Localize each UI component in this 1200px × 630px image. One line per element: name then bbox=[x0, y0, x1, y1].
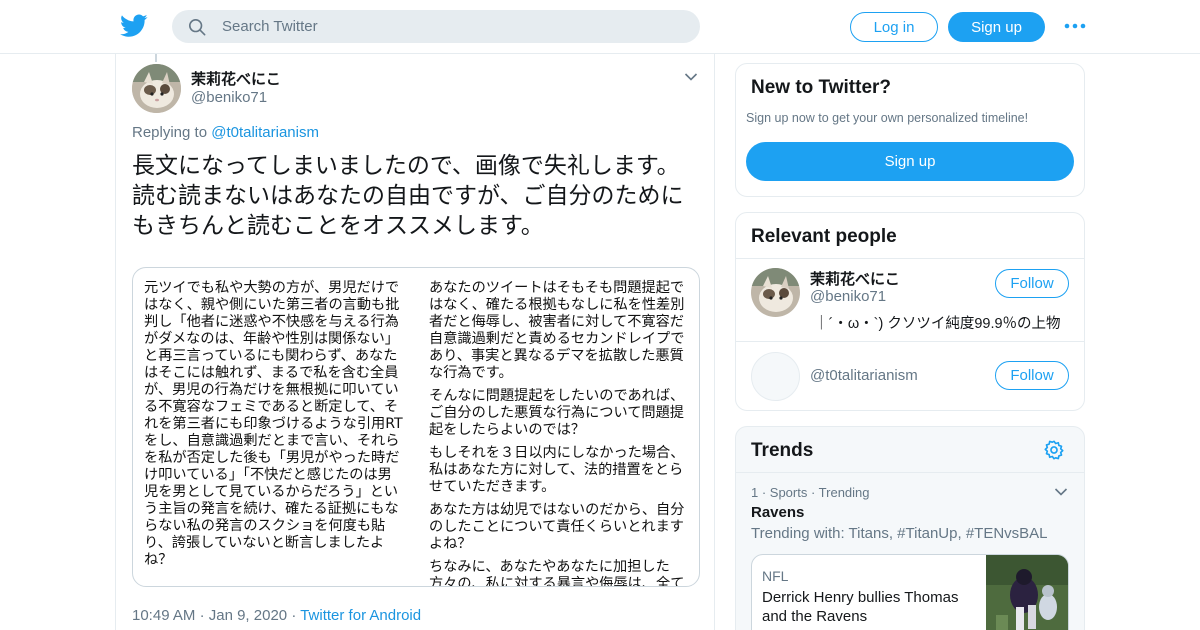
tweet-metadata: 10:49 AM · Jan 9, 2020 · Twitter for And… bbox=[132, 607, 421, 624]
sidebar-sign-up-button[interactable]: Sign up bbox=[746, 142, 1074, 181]
new-to-twitter-card: New to Twitter? Sign up now to get your … bbox=[735, 63, 1085, 197]
follow-button[interactable]: Follow bbox=[995, 361, 1069, 390]
person-bio: ｜´・ω・`) クソツイ純度99.9％の上物 bbox=[814, 316, 1061, 332]
person-handle[interactable]: @beniko71 bbox=[810, 288, 886, 305]
trend-news-card[interactable]: NFL Derrick Henry bullies Thomas and the… bbox=[751, 554, 1069, 630]
author-avatar[interactable] bbox=[132, 64, 181, 113]
chevron-down-icon[interactable] bbox=[1054, 487, 1068, 497]
sign-up-button[interactable]: Sign up bbox=[948, 12, 1045, 42]
image-text-paragraph: あなたのツイートはそもそも問題提起ではなく、確たる根拠もなしに私を性差別者だと侮… bbox=[429, 280, 685, 381]
person-name[interactable]: 茉莉花べにこ bbox=[810, 268, 900, 289]
trends-title: Trends bbox=[751, 440, 814, 461]
divider bbox=[736, 258, 1084, 259]
relevant-people-title: Relevant people bbox=[751, 226, 897, 247]
new-to-twitter-subtitle: Sign up now to get your own personalized… bbox=[746, 111, 1029, 125]
tweet-date: Jan 9, 2020 bbox=[208, 607, 288, 624]
meta-separator: · bbox=[199, 607, 209, 624]
news-headline[interactable]: Derrick Henry bullies Thomas and the Rav… bbox=[762, 588, 982, 626]
replying-to-link[interactable]: @t0talitarianism bbox=[211, 124, 319, 141]
tweet-column: 茉莉花べにこ @beniko71 Replying to @t0talitari… bbox=[115, 54, 715, 630]
image-text-paragraph: ちなみに、あなたやあなたに加担した方々の、私に対する暴言や侮辱は、全て証拠として… bbox=[429, 559, 685, 587]
trend-related: Trending with: Titans, #TitanUp, #TENvsB… bbox=[751, 525, 1048, 542]
trend-name[interactable]: Ravens bbox=[751, 504, 804, 521]
new-to-twitter-title: New to Twitter? bbox=[751, 77, 892, 98]
more-options-icon[interactable] bbox=[1064, 18, 1086, 34]
author-display-name[interactable]: 茉莉花べにこ bbox=[191, 68, 281, 89]
divider bbox=[736, 341, 1084, 342]
replying-to-line: Replying to @t0talitarianism bbox=[132, 124, 319, 141]
person-avatar[interactable] bbox=[751, 268, 800, 317]
search-icon bbox=[188, 18, 206, 36]
search-input[interactable] bbox=[222, 10, 682, 43]
news-source: NFL bbox=[762, 568, 789, 584]
follow-button[interactable]: Follow bbox=[995, 269, 1069, 298]
twitter-bird-logo-icon[interactable] bbox=[120, 13, 148, 39]
image-text-paragraph: もしそれを３日以内にしなかった場合、私はあなた方に対して、法的措置をとらせていた… bbox=[429, 445, 685, 495]
tweet-image[interactable]: 元ツイでも私や大勢の方が、男児だけではなく、親や側にいた第三者の言動も批判し「他… bbox=[132, 267, 700, 587]
search-box[interactable] bbox=[172, 10, 700, 43]
image-text-column-left: 元ツイでも私や大勢の方が、男児だけではなく、親や側にいた第三者の言動も批判し「他… bbox=[144, 280, 406, 575]
image-text-column-right: あなたのツイートはそもそも問題提起ではなく、確たる根拠もなしに私を性差別者だと侮… bbox=[429, 280, 691, 587]
image-text-paragraph: そんなに問題提起をしたいのであれば、ご自分のした悪質な行為について問題提起をした… bbox=[429, 388, 685, 438]
image-text-paragraph: 元ツイでも私や大勢の方が、男児だけではなく、親や側にいた第三者の言動も批判し「他… bbox=[144, 280, 403, 568]
tweet-source-link[interactable]: Twitter for Android bbox=[300, 607, 421, 624]
divider bbox=[736, 472, 1084, 473]
chevron-down-icon[interactable] bbox=[684, 72, 698, 82]
cat-avatar-image bbox=[132, 64, 181, 113]
top-navigation-bar: Log in Sign up bbox=[0, 0, 1200, 54]
trends-card: Trends 1 · Sports · Trending Ravens Tren… bbox=[735, 426, 1085, 630]
tweet-text: 長文になってしまいましたので、画像で失礼します。読む読まないはあなたの自由ですが… bbox=[132, 152, 684, 238]
log-in-button[interactable]: Log in bbox=[850, 12, 938, 42]
default-avatar[interactable] bbox=[751, 352, 800, 401]
image-text-paragraph: あなた方は幼児ではないのだから、自分のしたことについて責任くらいとれますよね？ bbox=[429, 502, 685, 552]
meta-separator: · bbox=[291, 607, 301, 624]
trend-meta: 1 · Sports · Trending bbox=[751, 485, 870, 500]
cat-avatar-image bbox=[751, 268, 800, 317]
person-handle[interactable]: @t0talitarianism bbox=[810, 367, 918, 384]
relevant-people-card: Relevant people 茉莉花べにこ @beniko71 ｜´・ω・`)… bbox=[735, 212, 1085, 411]
replying-to-prefix: Replying to bbox=[132, 124, 208, 141]
tweet-time: 10:49 AM bbox=[132, 607, 196, 624]
thread-connector-line bbox=[155, 54, 157, 62]
gear-icon[interactable] bbox=[1043, 439, 1065, 461]
news-thumbnail-image bbox=[986, 555, 1068, 630]
author-handle[interactable]: @beniko71 bbox=[191, 89, 267, 106]
